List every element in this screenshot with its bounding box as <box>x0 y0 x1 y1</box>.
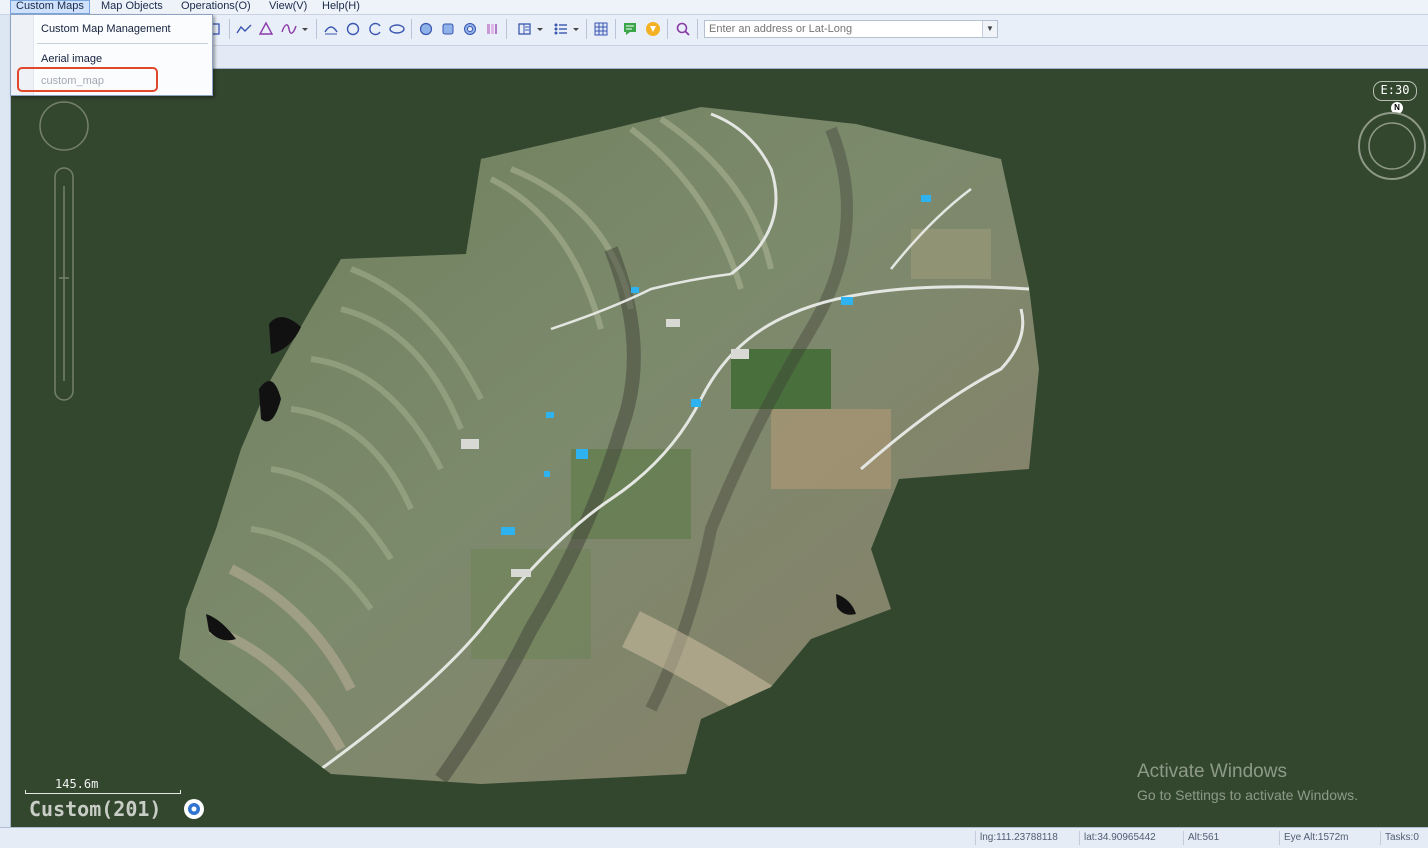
toolbar-separator <box>667 19 668 39</box>
scale-label: 145.6m <box>55 777 99 791</box>
status-latitude: lat:34.90965442 <box>1079 831 1156 845</box>
layers-icon[interactable] <box>517 21 533 37</box>
secondary-toolbar <box>0 46 1428 69</box>
dropdown-separator <box>37 43 208 44</box>
toolbar-separator <box>615 19 616 39</box>
activate-windows-title: Activate Windows <box>1137 761 1287 782</box>
curve-icon[interactable] <box>281 21 297 37</box>
menu-item-aerial-image[interactable]: Aerial image <box>41 53 102 65</box>
search-icon[interactable] <box>675 21 691 37</box>
menu-operations[interactable]: Operations(O) <box>176 0 256 14</box>
scale-bar: 145.6m <box>25 777 181 794</box>
status-bar: lng:111.23788118 lat:34.90965442 Alt:561… <box>0 827 1428 848</box>
toolbar-separator <box>697 19 698 39</box>
polygon-icon[interactable] <box>258 21 274 37</box>
toolbar-separator <box>506 19 507 39</box>
status-longitude: lng:111.23788118 <box>975 831 1058 845</box>
status-tasks: Tasks:0 <box>1380 831 1419 845</box>
list-icon[interactable] <box>553 21 569 37</box>
menu-custom-maps[interactable]: Custom Maps <box>10 0 90 14</box>
menu-bar: Custom Maps Map Objects Operations(O) Vi… <box>0 0 1428 15</box>
filled-circle-icon[interactable] <box>418 21 434 37</box>
highlight-box <box>17 67 158 92</box>
menu-help[interactable]: Help(H) <box>317 0 365 14</box>
menu-item-custom-map-management[interactable]: Custom Map Management <box>41 23 171 35</box>
table-icon[interactable] <box>593 21 609 37</box>
eye-angle-badge: E:30 <box>1373 81 1417 101</box>
open-circle-icon[interactable] <box>367 21 383 37</box>
badge-icon[interactable] <box>645 21 661 37</box>
comment-icon[interactable] <box>622 21 638 37</box>
settings-gear-icon[interactable] <box>183 798 205 820</box>
status-eye-altitude: Eye Alt:1572m <box>1279 831 1348 845</box>
menu-map-objects[interactable]: Map Objects <box>96 0 168 14</box>
chevron-down-icon[interactable] <box>300 21 310 37</box>
polyline-icon[interactable] <box>236 21 252 37</box>
map-view[interactable]: E:30 N 145.6m Custom(201) Activate Windo… <box>11 69 1428 827</box>
compass-icon[interactable] <box>1357 107 1427 185</box>
toolbar-separator <box>411 19 412 39</box>
zoom-slider-icon[interactable] <box>52 166 76 402</box>
toolbar-separator <box>586 19 587 39</box>
menu-view[interactable]: View(V) <box>264 0 312 14</box>
toolbar-separator <box>229 19 230 39</box>
ellipse-icon[interactable] <box>389 21 405 37</box>
left-panel-strip[interactable] <box>0 15 11 827</box>
status-altitude: Alt:561 <box>1183 831 1219 845</box>
pan-control-icon[interactable] <box>38 100 90 152</box>
toolbar-separator <box>316 19 317 39</box>
columns-icon[interactable] <box>484 21 500 37</box>
circle-icon[interactable] <box>345 21 361 37</box>
address-input[interactable] <box>705 21 983 37</box>
filled-ring-icon[interactable] <box>462 21 478 37</box>
activate-windows-subtitle: Go to Settings to activate Windows. <box>1137 787 1358 803</box>
chevron-down-icon[interactable] <box>571 21 581 37</box>
arc-icon[interactable] <box>323 21 339 37</box>
address-dropdown-button[interactable]: ▼ <box>982 21 997 37</box>
filled-rect-icon[interactable] <box>440 21 456 37</box>
chevron-down-icon[interactable] <box>535 21 545 37</box>
map-source-label: Custom(201) <box>29 797 162 821</box>
aerial-image <box>179 107 1039 784</box>
address-search-box: ▼ <box>704 20 998 38</box>
